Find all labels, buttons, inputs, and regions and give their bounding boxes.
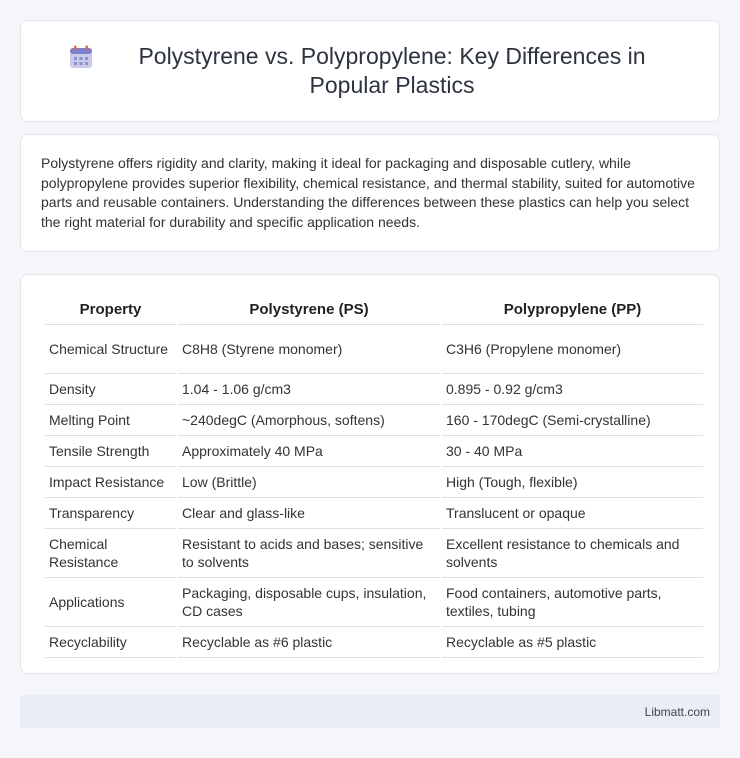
footer: Libmatt.com xyxy=(20,695,720,728)
table-row: Impact Resistance Low (Brittle) High (To… xyxy=(45,467,703,498)
intro-card: Polystyrene offers rigidity and clarity,… xyxy=(20,134,720,252)
table-row: Transparency Clear and glass-like Transl… xyxy=(45,498,703,529)
property-cell: Transparency xyxy=(45,498,176,529)
intro-text: Polystyrene offers rigidity and clarity,… xyxy=(41,155,695,230)
property-cell: Chemical Resistance xyxy=(45,529,176,578)
table-row: Chemical Resistance Resistant to acids a… xyxy=(45,529,703,578)
ps-cell: Recyclable as #6 plastic xyxy=(178,627,440,658)
property-cell: Impact Resistance xyxy=(45,467,176,498)
ps-cell: Packaging, disposable cups, insulation, … xyxy=(178,578,440,627)
title-wrap: Polystyrene vs. Polypropylene: Key Diffe… xyxy=(68,42,672,100)
ps-cell: ~240degC (Amorphous, softens) xyxy=(178,405,440,436)
table-row: Recyclability Recyclable as #6 plastic R… xyxy=(45,627,703,658)
pp-cell: C3H6 (Propylene monomer) xyxy=(442,325,703,374)
pp-cell: High (Tough, flexible) xyxy=(442,467,703,498)
calendar-icon xyxy=(70,45,92,68)
pp-cell: 160 - 170degC (Semi-crystalline) xyxy=(442,405,703,436)
pp-cell: 0.895 - 0.92 g/cm3 xyxy=(442,374,703,405)
ps-cell: C8H8 (Styrene monomer) xyxy=(178,325,440,374)
property-cell: Chemical Structure xyxy=(45,325,176,374)
table-header-row: Property Polystyrene (PS) Polypropylene … xyxy=(45,295,703,325)
pp-cell: Food containers, automotive parts, texti… xyxy=(442,578,703,627)
comparison-table-card: Property Polystyrene (PS) Polypropylene … xyxy=(20,274,720,674)
property-cell: Melting Point xyxy=(45,405,176,436)
pp-cell: Recyclable as #5 plastic xyxy=(442,627,703,658)
pp-cell: Excellent resistance to chemicals and so… xyxy=(442,529,703,578)
table-row: Density 1.04 - 1.06 g/cm3 0.895 - 0.92 g… xyxy=(45,374,703,405)
footer-site-link[interactable]: Libmatt.com xyxy=(645,705,710,719)
header-property: Property xyxy=(45,295,176,325)
property-cell: Density xyxy=(45,374,176,405)
property-cell: Applications xyxy=(45,578,176,627)
header-polypropylene: Polypropylene (PP) xyxy=(442,295,703,325)
table-row: Chemical Structure C8H8 (Styrene monomer… xyxy=(45,325,703,374)
ps-cell: Clear and glass-like xyxy=(178,498,440,529)
ps-cell: 1.04 - 1.06 g/cm3 xyxy=(178,374,440,405)
table-row: Melting Point ~240degC (Amorphous, softe… xyxy=(45,405,703,436)
ps-cell: Resistant to acids and bases; sensitive … xyxy=(178,529,440,578)
pp-cell: 30 - 40 MPa xyxy=(442,436,703,467)
ps-cell: Approximately 40 MPa xyxy=(178,436,440,467)
table-row: Applications Packaging, disposable cups,… xyxy=(45,578,703,627)
header-polystyrene: Polystyrene (PS) xyxy=(178,295,440,325)
title-card: Polystyrene vs. Polypropylene: Key Diffe… xyxy=(20,20,720,122)
pp-cell: Translucent or opaque xyxy=(442,498,703,529)
property-cell: Tensile Strength xyxy=(45,436,176,467)
page-title: Polystyrene vs. Polypropylene: Key Diffe… xyxy=(138,43,646,98)
table-row: Tensile Strength Approximately 40 MPa 30… xyxy=(45,436,703,467)
ps-cell: Low (Brittle) xyxy=(178,467,440,498)
comparison-table: Property Polystyrene (PS) Polypropylene … xyxy=(43,295,705,658)
property-cell: Recyclability xyxy=(45,627,176,658)
